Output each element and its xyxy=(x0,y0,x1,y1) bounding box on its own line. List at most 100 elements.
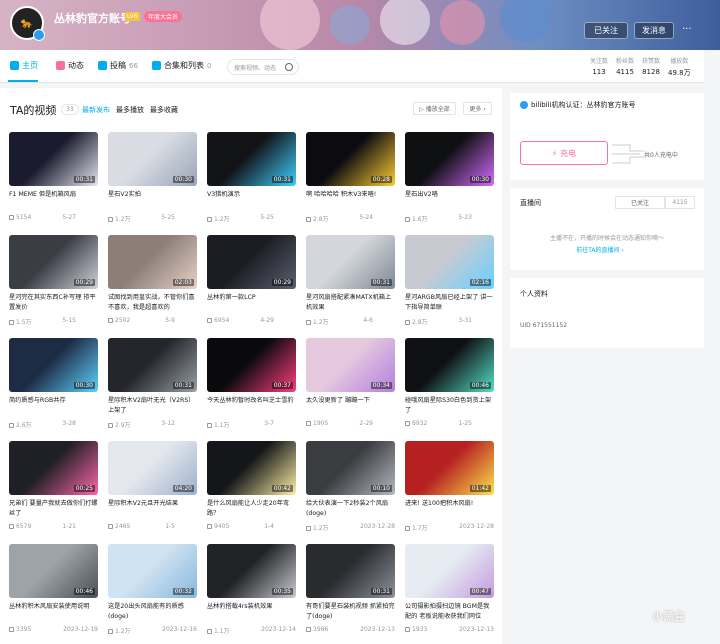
video-thumbnail[interactable]: 04:20 xyxy=(108,441,197,495)
video-card[interactable]: 00:31 星河风扇搭配紧凑MATX机箱上机效果 1.2万 4-6 xyxy=(306,235,395,333)
more-button[interactable]: 更多 › xyxy=(463,102,492,115)
video-title[interactable]: 丛林豹积木风扇安装使用说明 xyxy=(9,602,98,612)
video-thumbnail[interactable]: 00:31 xyxy=(207,132,296,186)
video-title[interactable]: 星际积木V2元旦开光结果 xyxy=(108,499,197,509)
message-button[interactable]: 发消息 xyxy=(634,22,674,39)
video-card[interactable]: 00:35 丛林豹搭载4rs装机效果 1.1万 2023-12-14 xyxy=(207,544,296,642)
video-card[interactable]: 00:31 V3猎机演示 1.2万 5-25 xyxy=(207,132,296,230)
video-card[interactable]: 00:30 星石出V2咯 1.6万 5-23 xyxy=(405,132,494,230)
video-card[interactable]: 00:46 丛林豹积木风扇安装使用说明 3395 2023-12-19 xyxy=(9,544,98,642)
video-thumbnail[interactable]: 00:30 xyxy=(405,132,494,186)
video-thumbnail[interactable]: 02:16 xyxy=(405,235,494,289)
video-card[interactable]: 00:37 今天丛林豹暂时改名叫芝士雪豹 1.1万 3-7 xyxy=(207,338,296,436)
video-thumbnail[interactable]: 00:25 xyxy=(9,441,98,495)
video-meta: 2.8万 5-24 xyxy=(306,214,395,223)
video-card[interactable]: 02:03 试图找到用皇实战，不管你们喜不喜欢，我是超喜欢的 2502 5-9 xyxy=(108,235,197,333)
video-card[interactable]: 00:30 星石V2实拍 1.2万 5-25 xyxy=(108,132,197,230)
video-thumbnail[interactable]: 00:31 xyxy=(108,338,197,392)
video-thumbnail[interactable]: 01:42 xyxy=(405,441,494,495)
video-title[interactable]: 星河完在其实东西C补写理 拵平置发价 xyxy=(9,293,98,312)
video-title[interactable]: 这是20出头风扇能有的质感(doge) xyxy=(108,602,197,621)
charge-button[interactable]: ⚡ 充电 xyxy=(520,141,608,165)
video-title[interactable]: 是什么风扇能让人少走20年弯路？ xyxy=(207,499,296,518)
video-thumbnail[interactable]: 00:28 xyxy=(306,132,395,186)
video-title[interactable]: 太久没更新了 蹦蹦一下 xyxy=(306,396,395,406)
video-card[interactable]: 00:34 太久没更新了 蹦蹦一下 1905 2-29 xyxy=(306,338,395,436)
sort-most-played[interactable]: 最多播放 xyxy=(116,105,144,115)
video-card[interactable]: 00:31 星际积木V2扇叶无光（V2RS）上架了 2.9万 3-12 xyxy=(108,338,197,436)
video-thumbnail[interactable]: 00:42 xyxy=(207,441,296,495)
video-thumbnail[interactable]: 00:46 xyxy=(9,544,98,598)
video-card[interactable]: 00:28 啊 哈哈哈哈 积木V3来咯! 2.8万 5-24 xyxy=(306,132,395,230)
tab-dynamic[interactable]: 动态 xyxy=(56,60,84,71)
video-thumbnail[interactable]: 00:37 xyxy=(207,338,296,392)
video-title[interactable]: 星石V2实拍 xyxy=(108,190,197,200)
video-title[interactable]: 兄弟们 要量产我就去做你们打螺丝了 xyxy=(9,499,98,518)
video-title[interactable]: 公司摄影拍摄扫边镜 BGM是我配的 老板说能收获我们同位 xyxy=(405,602,494,621)
video-card[interactable]: 00:42 是什么风扇能让人少走20年弯路？ 9405 1-4 xyxy=(207,441,296,539)
tab-home[interactable]: 主页 xyxy=(10,60,38,71)
video-card[interactable]: 00:46 碰哦风扇星际S30白色到货上架了 6932 1-25 xyxy=(405,338,494,436)
sort-latest[interactable]: 最新发布 xyxy=(82,105,110,115)
video-card[interactable]: 00:25 兄弟们 要量产我就去做你们打螺丝了 6579 1-21 xyxy=(9,441,98,539)
live-room-link[interactable]: 前往TA的直播间 › xyxy=(510,245,690,254)
video-thumbnail[interactable]: 00:30 xyxy=(9,338,98,392)
follow-label: 已关注 xyxy=(594,26,618,35)
video-card[interactable]: 00:32 这是20出头风扇能有的质感(doge) 1.2万 2023-12-16 xyxy=(108,544,197,642)
video-title[interactable]: 给大伙表演一下2秒装2个风扇(doge) xyxy=(306,499,395,518)
video-thumbnail[interactable]: 00:34 xyxy=(306,338,395,392)
video-title[interactable]: V3猎机演示 xyxy=(207,190,296,200)
video-thumbnail[interactable]: 00:31 xyxy=(306,235,395,289)
video-thumbnail[interactable]: 00:31 xyxy=(306,544,395,598)
video-thumbnail[interactable]: 00:35 xyxy=(207,544,296,598)
uid-text: UID 671551152 xyxy=(520,322,568,329)
sort-most-favorited[interactable]: 最多收藏 xyxy=(150,105,178,115)
video-title[interactable]: 今天丛林豹暂时改名叫芝士雪豹 xyxy=(207,396,296,406)
video-title[interactable]: 星河ARGB风扇已经上架了 讲一下指导简单联 xyxy=(405,293,494,312)
video-card[interactable]: 00:47 公司摄影拍摄扫边镜 BGM是我配的 老板说能收获我们同位 1933 202… xyxy=(405,544,494,642)
video-thumbnail[interactable]: 00:47 xyxy=(405,544,494,598)
video-thumbnail[interactable]: 00:32 xyxy=(108,544,197,598)
video-title[interactable]: 啊 哈哈哈哈 积木V3来咯! xyxy=(306,190,395,200)
video-thumbnail[interactable]: 00:29 xyxy=(9,235,98,289)
video-card[interactable]: 00:31 有哥们要星石装机视频 抓紧拍完了(doge) 3986 2023-12-1… xyxy=(306,544,395,642)
search-input[interactable]: 搜索视频、动态 xyxy=(227,59,299,75)
video-title[interactable]: 星河风扇搭配紧凑MATX机箱上机效果 xyxy=(306,293,395,312)
video-title[interactable]: 碰哦风扇星际S30白色到货上架了 xyxy=(405,396,494,415)
stat-following[interactable]: 关注数 113 xyxy=(590,56,608,76)
video-card[interactable]: 04:20 星际积木V2元旦开光结果 2465 1-5 xyxy=(108,441,197,539)
video-title[interactable]: 进来! 送100把积木风扇! xyxy=(405,499,494,509)
video-thumbnail[interactable]: 00:30 xyxy=(108,132,197,186)
tab-collections[interactable]: 合集和列表 0 xyxy=(152,60,211,71)
video-title[interactable]: 丛林豹第一款LCP xyxy=(207,293,296,303)
video-card[interactable]: 00:29 丛林豹第一款LCP 6954 4-29 xyxy=(207,235,296,333)
video-title[interactable]: F1 MEME 但是机箱风扇 xyxy=(9,190,98,200)
video-title[interactable]: 星际积木V2扇叶无光（V2RS）上架了 xyxy=(108,396,197,415)
video-title[interactable]: 丛林豹搭载4rs装机效果 xyxy=(207,602,296,612)
video-thumbnail[interactable]: 00:46 xyxy=(405,338,494,392)
video-card[interactable]: 00:10 给大伙表演一下2秒装2个风扇(doge) 1.2万 2023-12-28 xyxy=(306,441,395,539)
tab-uploads[interactable]: 投稿 66 xyxy=(98,60,138,71)
video-thumbnail[interactable]: 00:29 xyxy=(207,235,296,289)
video-title[interactable]: 星石出V2咯 xyxy=(405,190,494,200)
video-views: 1933 xyxy=(412,626,428,633)
live-follow-button[interactable]: 已关注 xyxy=(615,196,665,209)
search-icon[interactable] xyxy=(285,63,293,71)
follow-button[interactable]: 已关注 xyxy=(584,22,628,39)
more-options-button[interactable]: ··· xyxy=(682,24,692,35)
stat-fans[interactable]: 粉丝数 4115 xyxy=(616,56,634,76)
video-title[interactable]: 有哥们要星石装机视频 抓紧拍完了(doge) xyxy=(306,602,395,621)
play-all-button[interactable]: ▷ 播放全部 xyxy=(413,102,456,115)
video-card[interactable]: 00:30 简约质感与RGB共存 2.6万 3-28 xyxy=(9,338,98,436)
video-card[interactable]: 00:31 F1 MEME 但是机箱风扇 5154 5-27 xyxy=(9,132,98,230)
video-card[interactable]: 02:16 星河ARGB风扇已经上架了 讲一下指导简单联 2.8万 3-31 xyxy=(405,235,494,333)
video-thumbnail[interactable]: 02:03 xyxy=(108,235,197,289)
video-title[interactable]: 简约质感与RGB共存 xyxy=(9,396,98,406)
video-card[interactable]: 00:29 星河完在其实东西C补写理 拵平置发价 1.5万 5-15 xyxy=(9,235,98,333)
avatar[interactable]: 🐆 xyxy=(10,6,45,41)
video-thumbnail[interactable]: 00:31 xyxy=(9,132,98,186)
video-thumbnail[interactable]: 00:10 xyxy=(306,441,395,495)
video-title[interactable]: 试图找到用皇实战，不管你们喜不喜欢，我是超喜欢的 xyxy=(108,293,197,312)
video-card[interactable]: 01:42 进来! 送100把积木风扇! 1.7万 2023-12-28 xyxy=(405,441,494,539)
video-duration: 01:42 xyxy=(469,485,491,492)
